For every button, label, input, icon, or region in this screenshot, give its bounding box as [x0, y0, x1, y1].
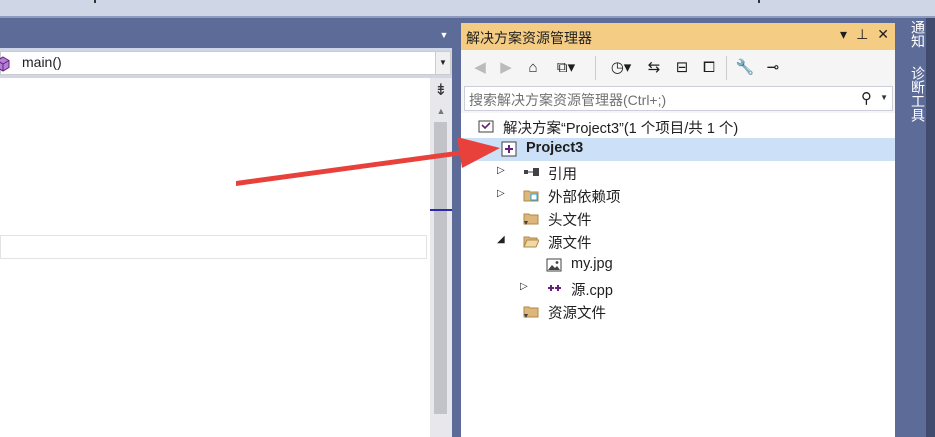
collapse-all-icon[interactable]: ⊟ — [672, 58, 692, 78]
solution-icon — [478, 120, 494, 133]
editor-highlight-line[interactable] — [0, 235, 427, 259]
back-icon[interactable]: ◀ — [472, 58, 488, 78]
search-icon[interactable]: ⚲ — [861, 89, 872, 107]
scroll-up-icon[interactable]: ▲ — [433, 104, 449, 118]
tree-item-label: my.jpg — [571, 256, 613, 272]
side-tab-diagnostic-tools[interactable]: 诊断工具 — [904, 66, 926, 122]
cpp-file-icon — [548, 285, 561, 291]
search-placeholder: 搜索解决方案资源管理器(Ctrl+;) — [469, 92, 667, 108]
tree-item-my-jpg[interactable]: my.jpg — [461, 254, 895, 277]
tree-item-label: 资源文件 — [548, 306, 606, 322]
pin-icon[interactable]: ⊥ — [856, 26, 868, 43]
tree-item-references[interactable]: ▷ 引用 — [461, 161, 895, 184]
filter-folder-open-icon — [523, 236, 539, 248]
tree-item-label: 源.cpp — [571, 283, 613, 299]
caret-position-marker — [430, 209, 452, 211]
tree-item-label: 解决方案“Project3”(1 个项目/共 1 个) — [503, 121, 739, 137]
tree-item-source-cpp[interactable]: ▷ 源.cpp — [461, 277, 895, 300]
member-dropdown-value: main() — [22, 54, 62, 70]
side-edge — [926, 18, 935, 437]
side-tab-notifications[interactable]: 通知 — [904, 20, 926, 48]
tree-item-project[interactable]: Project3 — [461, 138, 895, 161]
tree-item-label: Project3 — [526, 140, 584, 156]
scroll-thumb[interactable] — [434, 122, 447, 414]
member-dropdown[interactable]: main() ▼ — [0, 51, 451, 75]
expand-arrow-icon[interactable]: ▷ — [520, 281, 528, 292]
project-icon — [501, 141, 517, 157]
tree-item-source-files[interactable]: ◢ 源文件 — [461, 230, 895, 253]
method-cube-icon — [0, 56, 10, 72]
tree-item-label: 头文件 — [548, 213, 592, 229]
tree-item-solution[interactable]: 解决方案“Project3”(1 个项目/共 1 个) — [461, 115, 895, 138]
toolbar-separator — [726, 56, 727, 80]
filter-folder-icon — [523, 213, 539, 225]
preview-selected-icon[interactable]: ⊸ — [763, 58, 783, 78]
split-handle-icon[interactable]: ⇟ — [430, 82, 452, 102]
forward-icon[interactable]: ▶ — [498, 58, 514, 78]
window-position-dropdown-icon[interactable]: ▾ — [840, 26, 847, 43]
sync-with-document-icon[interactable]: ⇆ — [644, 58, 664, 78]
tree-item-external-deps[interactable]: ▷ 外部依赖项 — [461, 184, 895, 207]
tab-list-dropdown-icon[interactable]: ▼ — [438, 30, 450, 40]
properties-wrench-icon[interactable]: 🔧 — [735, 58, 755, 78]
solution-explorer-titlebar[interactable]: 解决方案资源管理器 ▾ ⊥ ✕ — [461, 23, 895, 50]
references-icon — [524, 168, 539, 176]
filter-folder-icon — [523, 306, 539, 318]
tree-item-resource-files[interactable]: 资源文件 — [461, 300, 895, 323]
toolbar-separator — [595, 56, 596, 80]
expand-arrow-icon[interactable]: ▷ — [497, 165, 505, 176]
expand-arrow-icon[interactable]: ▷ — [497, 188, 505, 199]
solution-explorer-search-input[interactable]: 搜索解决方案资源管理器(Ctrl+;) ⚲ ▼ — [464, 86, 893, 111]
external-deps-icon — [523, 190, 539, 202]
switch-views-icon[interactable]: ⧉▾ — [551, 58, 581, 78]
close-icon[interactable]: ✕ — [877, 26, 889, 43]
show-all-files-icon[interactable]: ⧠ — [699, 58, 719, 78]
chevron-down-icon[interactable]: ▼ — [435, 52, 450, 74]
home-icon[interactable]: ⌂ — [523, 58, 543, 78]
pending-changes-filter-icon[interactable]: ◷▾ — [604, 58, 638, 78]
collapse-arrow-icon[interactable]: ◢ — [497, 234, 505, 245]
tree-item-label: 引用 — [548, 167, 577, 183]
image-file-icon — [546, 258, 562, 272]
editor-tab-strip — [0, 18, 455, 48]
search-options-dropdown-icon[interactable]: ▼ — [880, 93, 888, 102]
panel-title: 解决方案资源管理器 — [466, 30, 592, 46]
window-title-strip — [0, 0, 935, 16]
tree-item-label: 外部依赖项 — [548, 190, 621, 206]
tree-item-header-files[interactable]: 头文件 — [461, 207, 895, 230]
tree-item-label: 源文件 — [548, 236, 592, 252]
